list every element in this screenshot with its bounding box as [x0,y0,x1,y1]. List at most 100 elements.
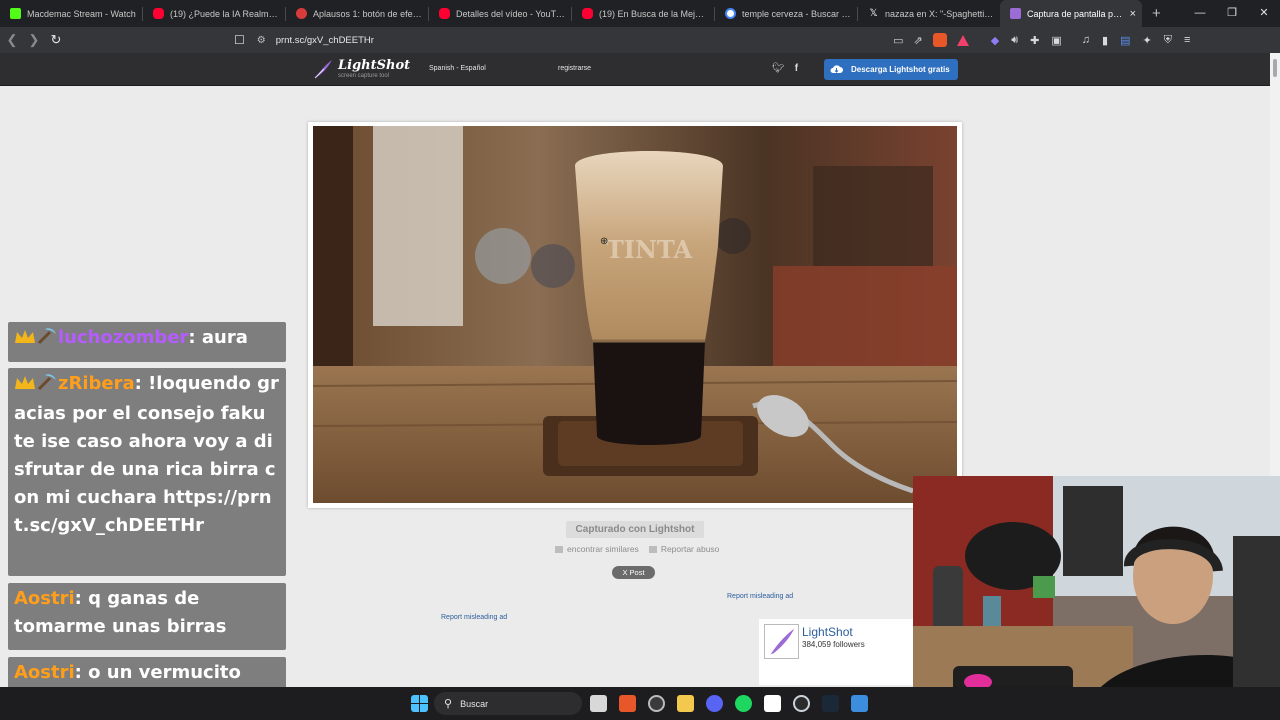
youtube-icon [582,8,593,19]
lightshot-logo[interactable]: LightShot screen capture tool [312,58,410,80]
report-misleading-ad-link[interactable]: Report misleading ad [727,593,793,600]
lightshot-header: LightShot screen capture tool Spanish - … [0,53,1270,86]
report-abuse-link[interactable]: Reportar abuso [648,544,719,554]
flag-icon [648,546,657,553]
tab-youtube-studio[interactable]: Detalles del vídeo - YouTube St [429,0,571,27]
lightshot-feather-icon [1010,8,1021,19]
chat-message: zRibera: !loquendo gracias por el consej… [8,368,286,576]
register-link[interactable]: registrarse [558,65,591,72]
google-icon [725,8,736,19]
extensions-bar: ◆ 🔊︎ ✚ ▣ ♫ ▮ ▤ ✦ ⛨ ≡ [991,34,1191,47]
soundboard-icon [296,8,307,19]
kick-icon [10,8,21,19]
zoom-in-icon[interactable]: ⊕ [600,236,608,247]
address-bar[interactable]: ⚙ prnt.sc/gxV_chDEETHr ▭ ⇗ [257,30,977,50]
chat-message: Aostri: q ganas de tomarme unas birras [8,583,286,650]
tab-title: (19) ¿Puede la IA Realmente DE [170,8,279,19]
youtube-icon [153,8,164,19]
find-similar-label: encontrar similares [567,544,639,554]
tab-youtube-cerveza[interactable]: (19) En Busca de la Mejor Cerve [572,0,714,27]
chat-username[interactable]: zRibera [58,373,135,394]
lightshot-social-card: LightShot 384,059 followers [759,619,913,685]
tab-google-search[interactable]: temple cerveza - Buscar con Go [715,0,857,27]
reload-icon[interactable]: ↻ [46,32,66,48]
x-post-button[interactable]: X Post [612,566,655,579]
tab-kick[interactable]: Macdemac Stream - Watch [0,0,142,27]
download-cloud-icon [830,65,843,73]
beer-screenshot[interactable]: TINTA ⊕ [313,126,957,503]
maximize-icon[interactable]: ❐ [1216,0,1248,27]
steam-icon[interactable] [822,695,839,712]
app-icon[interactable] [851,695,868,712]
extensions-icon[interactable]: ✚ [1030,34,1039,47]
scrollbar-thumb[interactable] [1273,59,1277,77]
task-view-icon[interactable] [590,695,607,712]
card-name[interactable]: LightShot [802,625,853,639]
tab-youtube-ia[interactable]: (19) ¿Puede la IA Realmente DE [143,0,285,27]
chat-username[interactable]: luchozomber [58,327,188,348]
music-icon[interactable]: ♫ [1082,34,1090,47]
tab-aplausos[interactable]: Aplausos 1: botón de efectos d [286,0,428,27]
file-explorer-icon[interactable] [677,695,694,712]
search-icon: ⚲ [444,698,453,710]
chat-message: luchozomber: aura [8,322,286,362]
bookmark-icon[interactable]: ☐ [234,33,245,47]
back-icon[interactable]: ❮ [2,32,22,48]
wallet-icon[interactable]: ▤ [1120,34,1130,47]
crown-badge-icon [14,372,36,400]
forward-icon[interactable]: ❯ [24,32,44,48]
brave-rewards-icon[interactable] [956,34,969,46]
site-info-icon[interactable]: ⚙ [257,35,266,46]
close-tab-icon[interactable]: × [1130,8,1136,20]
share-icon[interactable]: ⇗ [914,34,923,47]
discord-icon[interactable] [706,695,723,712]
obs-icon[interactable] [648,695,665,712]
facebook-icon[interactable]: f [795,63,798,74]
brave-shields-icon[interactable] [932,33,947,47]
address-bar-actions: ▭ ⇗ [893,33,977,47]
pickaxe-badge-icon [37,372,57,400]
tab-title: nazaza en X: "-Spaghetti o Cap [885,8,994,19]
vpn-icon[interactable]: ⛨ [1164,34,1172,47]
captured-with-lightshot-label: Capturado con Lightshot [566,521,704,538]
chat-separator: : [134,373,149,394]
sidebar-icon[interactable]: ▮ [1102,34,1108,47]
capcut-icon[interactable] [764,695,781,712]
webcam-overlay [913,476,1280,720]
brave-browser-icon[interactable] [619,695,636,712]
chat-username[interactable]: Aostri [14,588,75,609]
chat-separator: : [74,588,89,609]
windows-start-icon[interactable] [411,695,428,712]
wand-icon[interactable]: ✦ [1143,34,1152,47]
speech-icon[interactable]: 🔊︎ [1011,34,1018,47]
menu-icon[interactable]: ≡ [1184,34,1190,47]
cast-icon[interactable]: ▭ [893,34,903,47]
glass-engraving: TINTA [606,235,693,264]
leo-ai-icon[interactable]: ◆ [991,34,999,47]
chat-username[interactable]: Aostri [14,662,75,683]
taskbar-search[interactable]: ⚲ Buscar [434,692,582,715]
tab-lightshot[interactable]: Captura de pantalla por Lig × [1000,0,1142,27]
spotify-icon[interactable] [735,695,752,712]
window-controls: — ❐ ✕ [1184,0,1280,27]
screenshot-icon[interactable]: ▣ [1051,34,1061,47]
youtube-studio-icon [439,8,450,19]
feather-icon [314,60,332,79]
chat-text: aura [201,327,248,348]
logo-tagline: screen capture tool [338,72,390,79]
lightshot-avatar[interactable] [764,624,799,659]
new-tab-button[interactable]: + [1152,5,1161,22]
tab-x[interactable]: 𝕏 nazaza en X: "-Spaghetti o Cap [858,0,1000,27]
find-similar-link[interactable]: encontrar similares [555,544,639,554]
minimize-icon[interactable]: — [1184,0,1216,27]
screenshot-frame: TINTA ⊕ [308,122,962,508]
url-text[interactable]: prnt.sc/gxV_chDEETHr [276,35,374,46]
language-selector[interactable]: Spanish - Español [429,65,486,72]
tab-title: temple cerveza - Buscar con Go [742,8,851,19]
ccleaner-icon[interactable] [793,695,810,712]
report-misleading-ad-link[interactable]: Report misleading ad [441,614,507,621]
twitter-icon[interactable]: 🐦︎ [772,63,785,74]
download-lightshot-button[interactable]: Descarga Lightshot gratis [824,59,958,80]
close-window-icon[interactable]: ✕ [1248,0,1280,27]
browser-toolbar: ❮ ❯ ↻ ☐ ⚙ prnt.sc/gxV_chDEETHr ▭ ⇗ ◆ 🔊︎ … [0,27,1280,53]
